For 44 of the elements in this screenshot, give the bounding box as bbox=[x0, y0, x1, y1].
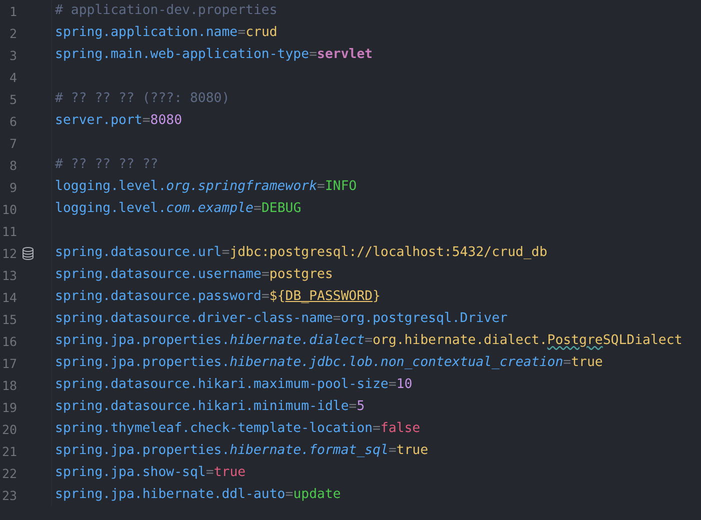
line-number: 1 bbox=[8, 4, 17, 18]
line-number: 11 bbox=[0, 224, 17, 238]
code-line: spring.datasource.hikari.minimum-idle=5 bbox=[55, 398, 365, 416]
line-number: 20 bbox=[0, 422, 17, 436]
database-icon bbox=[22, 246, 34, 260]
code-line: spring.datasource.hikari.maximum-pool-size=10 bbox=[55, 376, 412, 394]
line-number: 9 bbox=[8, 180, 17, 194]
line-number: 18 bbox=[0, 378, 17, 392]
line-number: 8 bbox=[8, 158, 17, 172]
code-line: logging.level.com.example=DEBUG bbox=[55, 200, 302, 218]
line-number: 16 bbox=[0, 334, 17, 348]
line-number: 3 bbox=[8, 48, 17, 62]
code-line: spring.jpa.properties.hibernate.format_sql=true bbox=[55, 442, 428, 460]
line-number: 10 bbox=[0, 202, 17, 216]
line-number: 13 bbox=[0, 268, 17, 282]
line-number: 5 bbox=[8, 92, 17, 106]
line-number: 7 bbox=[8, 136, 17, 150]
line-number: 23 bbox=[0, 488, 17, 502]
line-number: 15 bbox=[0, 312, 17, 326]
code-line: spring.application.name=crud bbox=[55, 24, 278, 42]
code-line: # ?? ?? ?? ?? bbox=[55, 156, 158, 174]
line-number: 12 bbox=[0, 246, 17, 260]
code-line: spring.jpa.properties.hibernate.dialect=org.hibernate.dialect.PostgreSQLDialect bbox=[55, 332, 682, 350]
code-line: spring.datasource.username=postgres bbox=[55, 266, 333, 284]
code-line: # application-dev.properties bbox=[55, 2, 278, 20]
code-line: spring.jpa.show-sql=true bbox=[55, 464, 246, 482]
line-number: 6 bbox=[8, 114, 17, 128]
code-line: spring.datasource.password=${DB_PASSWORD} bbox=[55, 288, 381, 306]
code-line: spring.datasource.driver-class-name=org.postgresql.Driver bbox=[55, 310, 508, 328]
line-number: 4 bbox=[8, 70, 17, 84]
code-line: spring.jpa.hibernate.ddl-auto=update bbox=[55, 486, 341, 504]
line-number: 22 bbox=[0, 466, 17, 480]
code-line: # ?? ?? ?? (???: 8080) bbox=[55, 90, 230, 108]
code-line: server.port=8080 bbox=[55, 112, 182, 130]
code-line: spring.datasource.url=jdbc:postgresql://localhost:5432/crud_db bbox=[55, 244, 548, 262]
code-line: spring.thymeleaf.check-template-location=false bbox=[55, 420, 420, 438]
code-line: logging.level.org.springframework=INFO bbox=[55, 178, 357, 196]
line-number: 2 bbox=[8, 26, 17, 40]
code-line: spring.main.web-application-type=servlet bbox=[55, 46, 373, 64]
line-number: 19 bbox=[0, 400, 17, 414]
line-number: 14 bbox=[0, 290, 17, 304]
code-line: spring.jpa.properties.hibernate.jdbc.lob.non_contextual_creation=true bbox=[55, 354, 603, 372]
line-number: 21 bbox=[0, 444, 17, 458]
line-number: 17 bbox=[0, 356, 17, 370]
